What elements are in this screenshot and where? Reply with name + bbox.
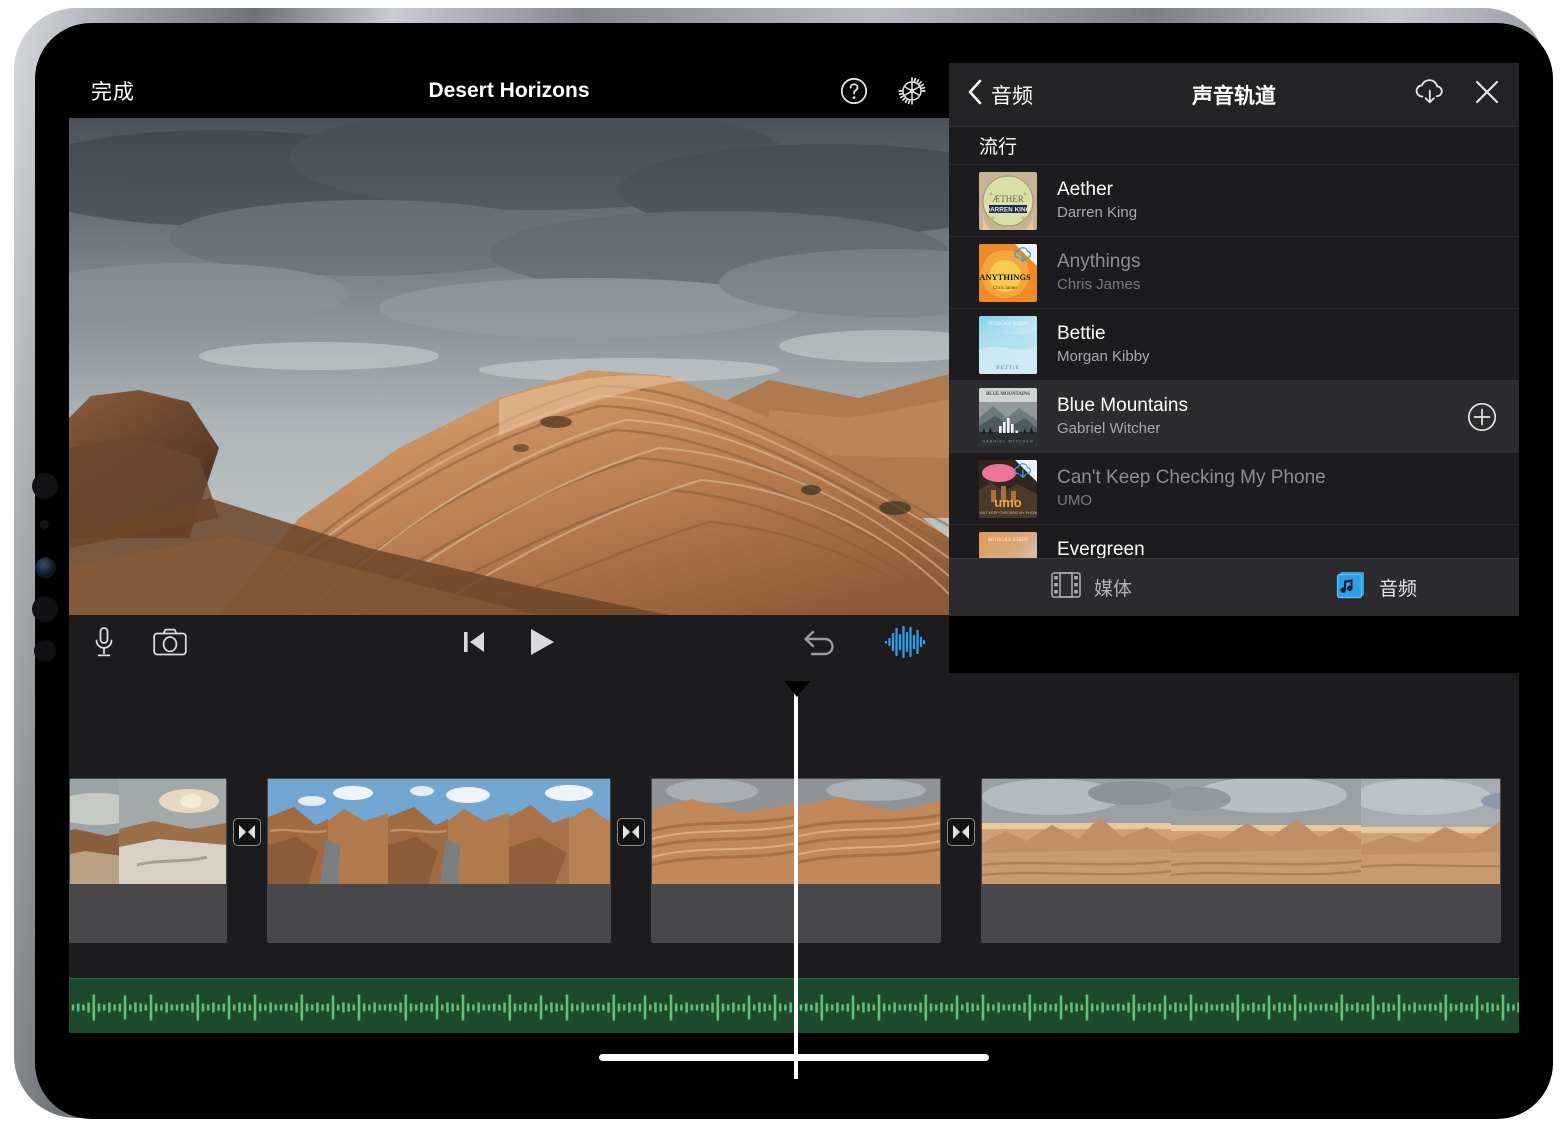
- album-art: ANYTHINGS Chris James: [979, 243, 1037, 302]
- svg-text:ÆTHER: ÆTHER: [992, 194, 1024, 204]
- svg-text:MORGAN KIBBY: MORGAN KIBBY: [987, 321, 1029, 327]
- playhead[interactable]: [794, 691, 798, 1079]
- tab-media[interactable]: 媒体: [949, 571, 1234, 604]
- front-camera-dot: [32, 473, 58, 499]
- clip-thumbnail-strip: [268, 779, 610, 884]
- song-title: Blue Mountains: [1057, 394, 1188, 416]
- panel-header: 音频 声音轨道: [949, 63, 1519, 127]
- sensor-dot-two: [32, 596, 58, 622]
- ipad-device-frame: 完成 Desert Horizons 音频 声音轨道 流行 ÆTHER DARR…: [14, 8, 1553, 1119]
- play-icon[interactable]: [527, 626, 557, 663]
- list-item[interactable]: ANYTHINGS Chris James Anythings Chris Ja…: [949, 237, 1519, 309]
- cloud-download-badge[interactable]: [1011, 460, 1037, 486]
- chevron-left-icon: [967, 78, 983, 112]
- video-clip[interactable]: [267, 778, 611, 943]
- cross-dissolve-icon[interactable]: [947, 818, 975, 846]
- timeline[interactable]: [69, 673, 1519, 1079]
- cross-dissolve-icon[interactable]: [233, 818, 261, 846]
- audio-browser-panel: 音频 声音轨道 流行 ÆTHER DARREN KING Aether Darr…: [949, 63, 1519, 616]
- clip-audio-bar: [982, 884, 1500, 942]
- cross-dissolve-icon[interactable]: [617, 818, 645, 846]
- video-preview[interactable]: [69, 118, 949, 615]
- svg-text:Chris James: Chris James: [993, 286, 1017, 291]
- svg-text:ANYTHINGS: ANYTHINGS: [979, 272, 1031, 282]
- tab-audio[interactable]: 音频: [1234, 571, 1519, 605]
- plus-circle-icon[interactable]: [1467, 402, 1497, 432]
- help-circle-icon[interactable]: [839, 76, 869, 106]
- playhead-marker: [784, 681, 810, 697]
- album-art: MORGAN KIBBY BETTIE: [979, 315, 1037, 374]
- song-artist: Chris James: [1057, 276, 1141, 294]
- sensor-dot-small: [40, 520, 49, 529]
- svg-text:CAN'T KEEP CHECKING MY PHONE: CAN'T KEEP CHECKING MY PHONE: [979, 511, 1037, 515]
- page-title: Desert Horizons: [428, 78, 590, 102]
- song-title: Bettie: [1057, 322, 1106, 344]
- microphone-icon[interactable]: [91, 626, 117, 663]
- browser-tab-bar: 媒体 音频: [949, 558, 1519, 616]
- video-clip-track[interactable]: [69, 778, 1501, 943]
- song-artist: UMO: [1057, 492, 1092, 510]
- svg-text:BETTIE: BETTIE: [996, 365, 1020, 371]
- audio-waveform-icon[interactable]: [883, 625, 927, 664]
- list-item[interactable]: ÆTHER DARREN KING Aether Darren King: [949, 165, 1519, 237]
- editor-top-bar: 完成 Desert Horizons: [69, 63, 949, 118]
- album-art: ÆTHER DARREN KING: [979, 171, 1037, 230]
- camera-icon[interactable]: [153, 628, 187, 661]
- genre-section-header: 流行: [949, 127, 1519, 165]
- svg-text:umo: umo: [994, 495, 1022, 510]
- svg-text:BLUE MOUNTAINS: BLUE MOUNTAINS: [986, 392, 1030, 397]
- sensor-dot-three: [34, 640, 56, 662]
- album-art: umo CAN'T KEEP CHECKING MY PHONE: [979, 459, 1037, 518]
- back-label: 音频: [991, 84, 1033, 108]
- list-item[interactable]: umo CAN'T KEEP CHECKING MY PHONE Can't K…: [949, 453, 1519, 525]
- back-button[interactable]: 音频: [967, 78, 1033, 112]
- video-clip[interactable]: [69, 778, 227, 943]
- list-item[interactable]: MORGAN KIBBY BETTIE Bettie Morgan Kibby: [949, 309, 1519, 381]
- cloud-download-icon[interactable]: [1413, 78, 1447, 111]
- album-art: BLUE MOUNTAINS GABRIEL WITCHER: [979, 387, 1037, 446]
- clip-thumbnail-strip: [70, 779, 226, 884]
- film-strip-icon: [1051, 571, 1081, 604]
- editor-toolbar: [69, 615, 949, 673]
- song-list[interactable]: ÆTHER DARREN KING Aether Darren King ANY…: [949, 165, 1519, 563]
- clip-thumbnail-strip: [982, 779, 1500, 884]
- device-screen: 完成 Desert Horizons 音频 声音轨道 流行 ÆTHER DARR…: [69, 63, 1519, 1079]
- svg-text:GABRIEL WITCHER: GABRIEL WITCHER: [982, 439, 1034, 443]
- skip-to-start-icon[interactable]: [461, 628, 487, 661]
- song-title: Aether: [1057, 178, 1113, 200]
- list-item[interactable]: BLUE MOUNTAINS GABRIEL WITCHER Blue Moun…: [949, 381, 1519, 453]
- ambient-light-sensor: [36, 558, 55, 577]
- done-button[interactable]: 完成: [91, 76, 135, 106]
- gear-icon[interactable]: [897, 76, 927, 106]
- music-note-icon: [1336, 571, 1366, 605]
- cloud-download-badge[interactable]: [1011, 244, 1037, 270]
- svg-text:DARREN KING: DARREN KING: [985, 206, 1030, 213]
- song-title: Anythings: [1057, 250, 1141, 272]
- undo-arrow-icon[interactable]: [801, 627, 839, 662]
- tab-media-label: 媒体: [1093, 579, 1132, 600]
- tab-audio-label: 音频: [1378, 579, 1417, 600]
- song-artist: Darren King: [1057, 204, 1138, 222]
- video-clip[interactable]: [981, 778, 1501, 943]
- close-x-icon[interactable]: [1473, 78, 1501, 111]
- song-artist: Morgan Kibby: [1057, 348, 1150, 366]
- song-title: Can't Keep Checking My Phone: [1057, 466, 1326, 488]
- clip-audio-bar: [268, 884, 610, 942]
- clip-audio-bar: [70, 884, 226, 942]
- svg-text:MORGAN KIBBY: MORGAN KIBBY: [987, 537, 1029, 543]
- song-artist: Gabriel Witcher: [1057, 420, 1161, 438]
